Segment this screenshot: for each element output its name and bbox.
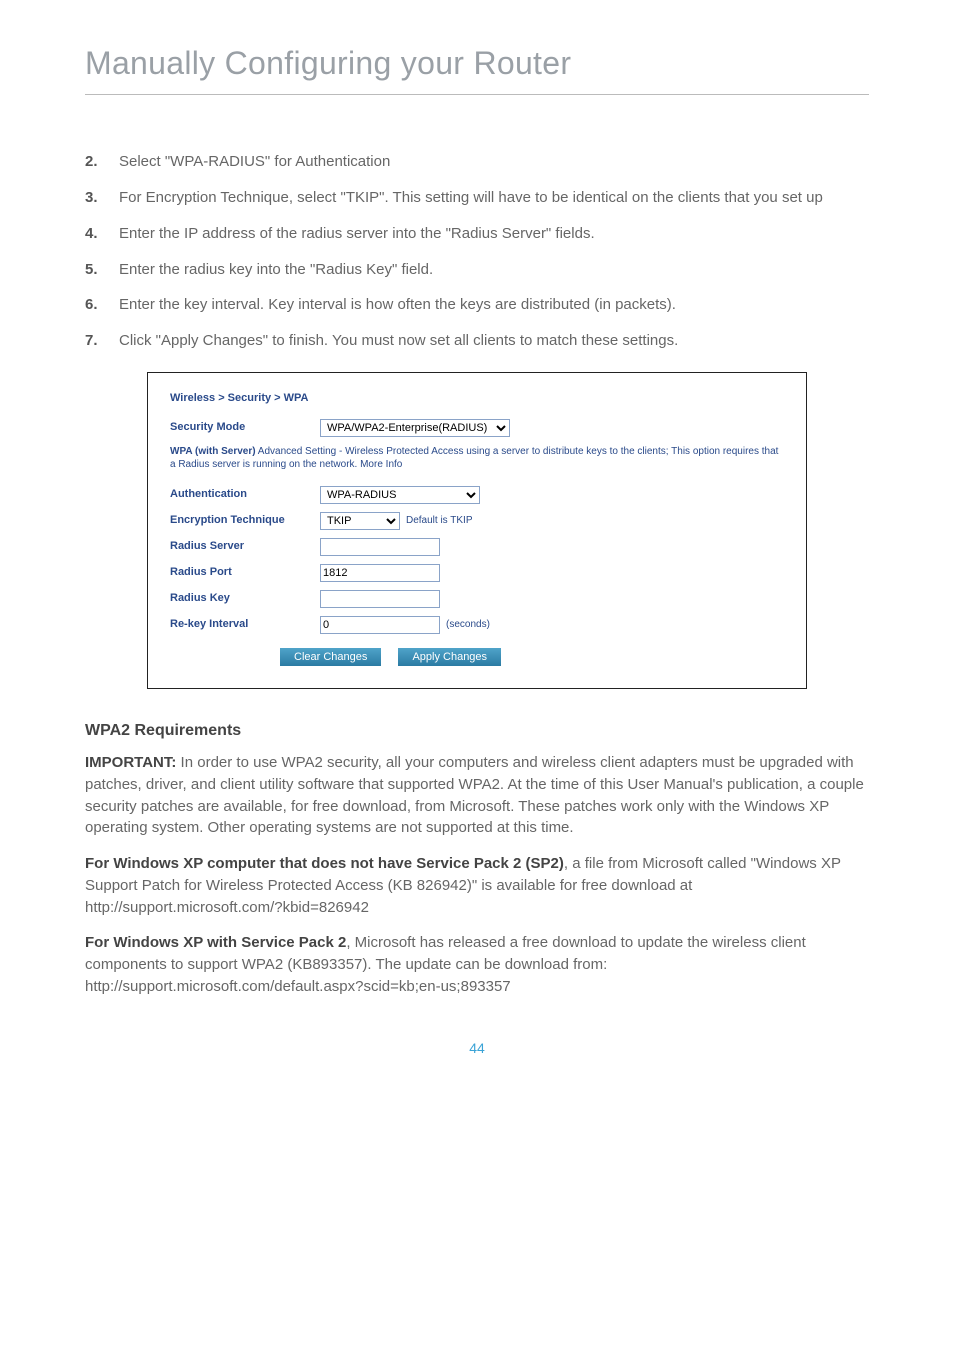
step-item: 3. For Encryption Technique, select "TKI… bbox=[85, 187, 869, 209]
security-mode-row: Security Mode WPA/WPA2-Enterprise(RADIUS… bbox=[170, 419, 784, 437]
encryption-select[interactable]: TKIP bbox=[320, 512, 400, 530]
button-row: Clear Changes Apply Changes bbox=[170, 648, 784, 666]
step-item: 4. Enter the IP address of the radius se… bbox=[85, 223, 869, 245]
radius-server-label: Radius Server bbox=[170, 539, 320, 555]
encryption-label: Encryption Technique bbox=[170, 513, 320, 529]
security-mode-select[interactable]: WPA/WPA2-Enterprise(RADIUS) bbox=[320, 419, 510, 437]
authentication-select[interactable]: WPA-RADIUS bbox=[320, 486, 480, 504]
wpa2-heading: WPA2 Requirements bbox=[85, 719, 869, 742]
radius-server-input[interactable] bbox=[320, 538, 440, 556]
breadcrumb: Wireless > Security > WPA bbox=[170, 391, 784, 407]
sp2-paragraph: For Windows XP computer that does not ha… bbox=[85, 853, 869, 918]
step-number: 5. bbox=[85, 259, 119, 281]
apply-changes-button[interactable]: Apply Changes bbox=[398, 648, 501, 666]
step-number: 4. bbox=[85, 223, 119, 245]
radius-port-input[interactable] bbox=[320, 564, 440, 582]
security-mode-label: Security Mode bbox=[170, 420, 320, 436]
step-item: 6. Enter the key interval. Key interval … bbox=[85, 294, 869, 316]
radius-port-label: Radius Port bbox=[170, 565, 320, 581]
step-item: 5. Enter the radius key into the "Radius… bbox=[85, 259, 869, 281]
important-lead: IMPORTANT: bbox=[85, 754, 176, 771]
radius-key-input[interactable] bbox=[320, 590, 440, 608]
step-item: 7. Click "Apply Changes" to finish. You … bbox=[85, 330, 869, 352]
authentication-row: Authentication WPA-RADIUS bbox=[170, 486, 784, 504]
step-number: 2. bbox=[85, 151, 119, 173]
title-rule bbox=[85, 94, 869, 95]
rekey-hint: (seconds) bbox=[446, 618, 490, 633]
steps-list: 2. Select "WPA-RADIUS" for Authenticatio… bbox=[85, 151, 869, 352]
sp2b-lead: For Windows XP with Service Pack 2 bbox=[85, 934, 346, 951]
wpa-description-text: Advanced Setting - Wireless Protected Ac… bbox=[170, 446, 778, 471]
step-text: Select "WPA-RADIUS" for Authentication bbox=[119, 151, 869, 173]
rekey-label: Re-key Interval bbox=[170, 617, 320, 633]
rekey-input[interactable] bbox=[320, 616, 440, 634]
step-item: 2. Select "WPA-RADIUS" for Authenticatio… bbox=[85, 151, 869, 173]
config-panel: Wireless > Security > WPA Security Mode … bbox=[147, 372, 807, 689]
radius-server-row: Radius Server bbox=[170, 538, 784, 556]
step-number: 7. bbox=[85, 330, 119, 352]
page-title: Manually Configuring your Router bbox=[85, 40, 869, 86]
step-text: For Encryption Technique, select "TKIP".… bbox=[119, 187, 869, 209]
wpa-description-bold: WPA (with Server) bbox=[170, 446, 256, 457]
authentication-label: Authentication bbox=[170, 487, 320, 503]
important-body: In order to use WPA2 security, all your … bbox=[85, 754, 864, 836]
radius-key-label: Radius Key bbox=[170, 591, 320, 607]
encryption-row: Encryption Technique TKIP Default is TKI… bbox=[170, 512, 784, 530]
wpa2-important-paragraph: IMPORTANT: In order to use WPA2 security… bbox=[85, 752, 869, 839]
radius-key-row: Radius Key bbox=[170, 590, 784, 608]
step-text: Click "Apply Changes" to finish. You mus… bbox=[119, 330, 869, 352]
encryption-hint: Default is TKIP bbox=[406, 514, 473, 529]
step-number: 3. bbox=[85, 187, 119, 209]
sp2b-paragraph: For Windows XP with Service Pack 2, Micr… bbox=[85, 932, 869, 997]
radius-port-row: Radius Port bbox=[170, 564, 784, 582]
step-text: Enter the IP address of the radius serve… bbox=[119, 223, 869, 245]
step-number: 6. bbox=[85, 294, 119, 316]
step-text: Enter the key interval. Key interval is … bbox=[119, 294, 869, 316]
sp2-lead: For Windows XP computer that does not ha… bbox=[85, 855, 564, 872]
wpa-description: WPA (with Server) Advanced Setting - Wir… bbox=[170, 445, 784, 472]
step-text: Enter the radius key into the "Radius Ke… bbox=[119, 259, 869, 281]
clear-changes-button[interactable]: Clear Changes bbox=[280, 648, 381, 666]
rekey-row: Re-key Interval (seconds) bbox=[170, 616, 784, 634]
page-number: 44 bbox=[85, 1038, 869, 1058]
